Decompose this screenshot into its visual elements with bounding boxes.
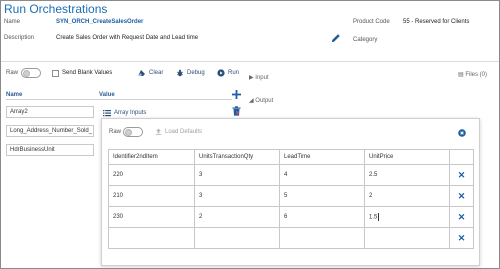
clear-label: Clear bbox=[149, 70, 164, 76]
column-header: UnitPrice bbox=[364, 149, 450, 165]
upload-icon bbox=[155, 128, 162, 135]
modal-raw-label: Raw bbox=[109, 129, 122, 135]
play-icon bbox=[217, 69, 225, 77]
input-name-cell: Long_Address_Number_Sold_ bbox=[6, 125, 94, 137]
raw-label: Raw bbox=[6, 70, 19, 76]
name-label: Name bbox=[4, 19, 21, 25]
table-row: 230 2 6 1.5 ✕ bbox=[108, 206, 474, 228]
input-name-cell: HdrBusinessUnit bbox=[6, 144, 94, 156]
header-divider bbox=[1, 61, 499, 62]
page-title: Run Orchestrations bbox=[4, 2, 108, 16]
table-row: 210 3 5 2 ✕ bbox=[108, 185, 474, 207]
pencil-icon[interactable] bbox=[331, 33, 341, 43]
product-code-value: 55 - Reserved for Clients bbox=[403, 19, 470, 25]
run-orchestrations-window: Run Orchestrations Name SYN_ORCH_CreateS… bbox=[0, 0, 500, 269]
array-inputs-link[interactable]: Array Inputs bbox=[103, 109, 146, 117]
column-header: UnitsTransactionQty bbox=[194, 149, 280, 165]
grid-cell[interactable]: 210 bbox=[108, 185, 195, 207]
active-cell-value: 1.5 bbox=[369, 214, 378, 221]
grid-cell[interactable]: 2 bbox=[364, 185, 450, 207]
input-name-cell: Array2 bbox=[6, 106, 94, 118]
column-header: LeadTime bbox=[279, 149, 365, 165]
load-defaults-label: Load Defaults bbox=[165, 128, 203, 135]
run-label: Run bbox=[228, 70, 240, 76]
grid-cell[interactable]: 230 bbox=[108, 206, 195, 228]
grid-cell[interactable] bbox=[108, 227, 195, 249]
column-header: Identifier2ndItem bbox=[108, 149, 195, 165]
list-icon bbox=[103, 110, 111, 117]
delete-row-button[interactable]: ✕ bbox=[449, 227, 474, 249]
input-label: Input bbox=[255, 75, 269, 81]
delete-row-icon: ✕ bbox=[457, 211, 466, 222]
delete-row-icon: ✕ bbox=[457, 232, 466, 243]
delete-row-button[interactable]: ✕ bbox=[449, 164, 474, 186]
caret-down-icon: ◢ bbox=[249, 98, 254, 104]
output-section-toggle[interactable]: ◢ Output bbox=[249, 97, 273, 104]
delete-row-icon: ✕ bbox=[457, 169, 466, 180]
delete-row-button[interactable]: ✕ bbox=[449, 206, 474, 228]
name-column-header: Name bbox=[6, 92, 23, 98]
grid-cell-active[interactable]: 1.5 bbox=[364, 206, 450, 228]
send-blank-label: Send Blank Values bbox=[62, 70, 113, 76]
table-row: ✕ bbox=[108, 227, 474, 249]
grid-cell[interactable]: 4 bbox=[279, 164, 365, 186]
raw-toggle[interactable] bbox=[21, 68, 41, 78]
clear-button[interactable]: Clear bbox=[138, 69, 163, 77]
grid-cell[interactable]: 220 bbox=[108, 164, 195, 186]
eraser-icon bbox=[138, 70, 145, 76]
column-header-actions bbox=[449, 149, 474, 165]
description-value: Create Sales Order with Request Date and… bbox=[56, 35, 199, 41]
close-circle-icon[interactable] bbox=[458, 129, 466, 137]
trash-icon[interactable] bbox=[232, 106, 241, 116]
grid-cell[interactable]: 2 bbox=[194, 206, 280, 228]
files-tab[interactable]: ▤ Files (0) bbox=[458, 71, 487, 78]
caret-right-icon: ▶ bbox=[249, 75, 254, 81]
send-blank-checkbox[interactable] bbox=[52, 70, 59, 77]
array-grid: Identifier2ndItem UnitsTransactionQty Le… bbox=[108, 149, 474, 249]
category-label: Category bbox=[353, 37, 378, 43]
grid-cell[interactable]: 6 bbox=[279, 206, 365, 228]
description-label: Description bbox=[4, 35, 35, 41]
grid-cell[interactable]: 3 bbox=[194, 185, 280, 207]
debug-label: Debug bbox=[187, 70, 205, 76]
text-caret bbox=[378, 213, 380, 221]
grid-cell[interactable]: 5 bbox=[279, 185, 365, 207]
table-row: 220 3 4 2.5 ✕ bbox=[108, 164, 474, 186]
grid-header-row: Identifier2ndItem UnitsTransactionQty Le… bbox=[108, 149, 474, 165]
grid-cell[interactable] bbox=[279, 227, 365, 249]
array-inputs-dialog: Raw Load Defaults Identifier2ndItem Unit… bbox=[101, 118, 480, 266]
column-header-divider bbox=[6, 99, 232, 100]
value-column-header: Value bbox=[99, 92, 115, 98]
output-label: Output bbox=[255, 98, 274, 104]
orchestration-name[interactable]: SYN_ORCH_CreateSalesOrder bbox=[56, 19, 143, 25]
array-inputs-label: Array Inputs bbox=[114, 110, 147, 116]
delete-row-button[interactable]: ✕ bbox=[449, 185, 474, 207]
grid-cell[interactable] bbox=[364, 227, 450, 249]
file-icon: ▤ bbox=[458, 72, 464, 78]
bug-icon bbox=[176, 69, 184, 77]
plus-icon[interactable] bbox=[232, 90, 241, 99]
product-code-label: Product Code bbox=[353, 19, 390, 25]
input-section-toggle[interactable]: ▶ Input bbox=[249, 74, 269, 81]
grid-cell[interactable]: 3 bbox=[194, 164, 280, 186]
debug-button[interactable]: Debug bbox=[176, 69, 205, 77]
modal-raw-toggle[interactable] bbox=[123, 127, 143, 137]
grid-cell[interactable]: 2.5 bbox=[364, 164, 450, 186]
load-defaults-button[interactable]: Load Defaults bbox=[155, 128, 202, 135]
run-button[interactable]: Run bbox=[217, 69, 239, 77]
files-label: Files (0) bbox=[465, 72, 488, 78]
delete-row-icon: ✕ bbox=[457, 190, 466, 201]
grid-cell[interactable] bbox=[194, 227, 280, 249]
